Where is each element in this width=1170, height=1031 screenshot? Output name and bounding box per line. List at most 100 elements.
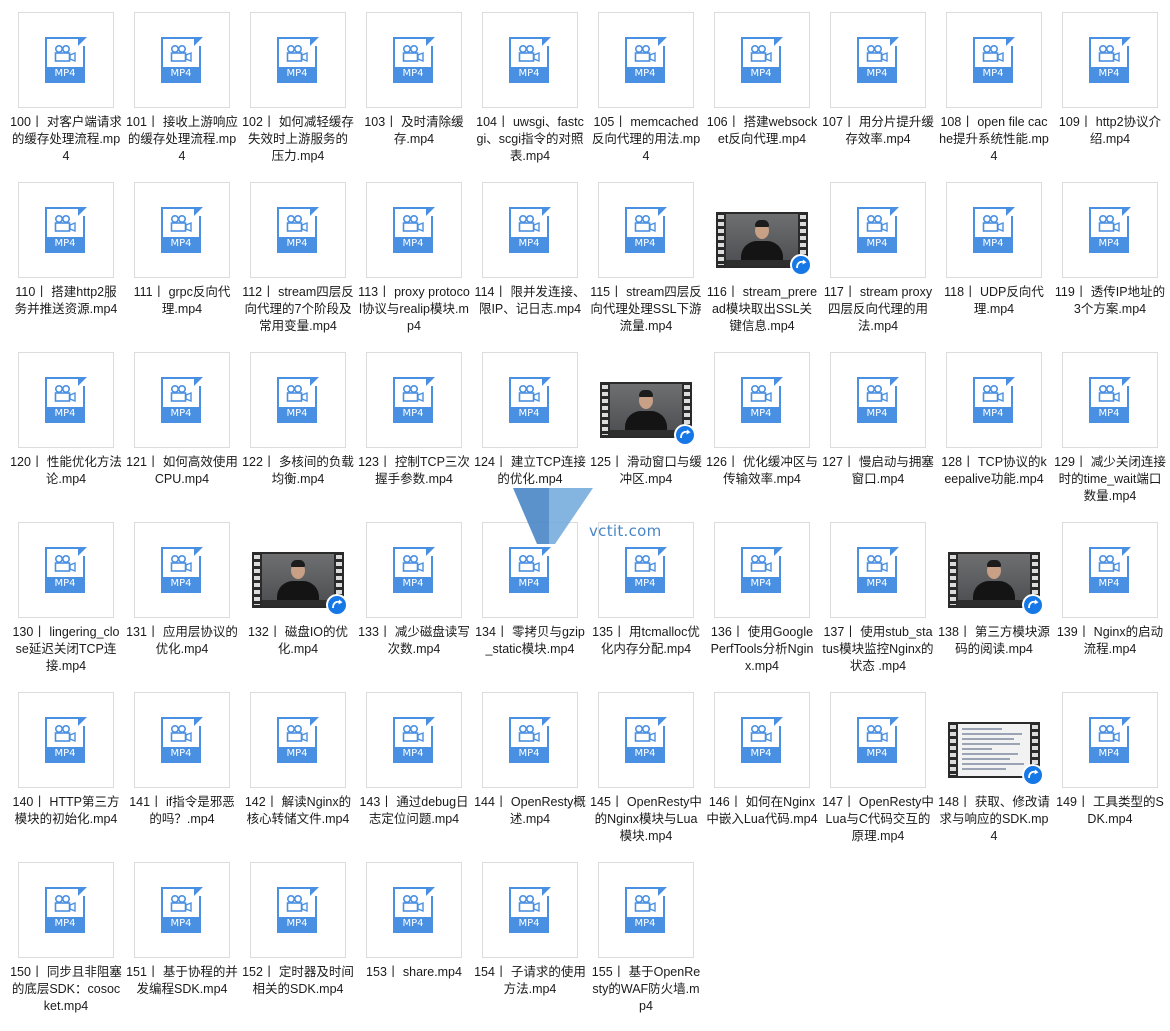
- file-item[interactable]: MP4 129丨 减少关闭连接时的time_wait端口数量.mp4: [1052, 350, 1168, 520]
- camera-icon: [634, 895, 656, 913]
- file-item[interactable]: MP4 147丨 OpenResty中Lua与C代码交互的原理.mp4: [820, 690, 936, 860]
- file-item[interactable]: MP4 102丨 如何减轻缓存失效时上游服务的压力.mp4: [240, 10, 356, 180]
- camera-icon: [866, 725, 888, 743]
- file-item[interactable]: MP4 120丨 性能优化方法论.mp4: [8, 350, 124, 520]
- file-item[interactable]: MP4 146丨 如何在Nginx中嵌入Lua代码.mp4: [704, 690, 820, 860]
- file-item[interactable]: MP4 111丨 grpc反向代理.mp4: [124, 180, 240, 350]
- mp4-file-icon: MP4: [482, 182, 578, 278]
- file-item[interactable]: MP4 103丨 及时清除缓存.mp4: [356, 10, 472, 180]
- mp4-file-icon: MP4: [18, 12, 114, 108]
- file-item[interactable]: MP4 119丨 透传IP地址的3个方案.mp4: [1052, 180, 1168, 350]
- file-item[interactable]: MP4 137丨 使用stub_status模块监控Nginx的状态 .mp4: [820, 520, 936, 690]
- file-item[interactable]: MP4 104丨 uwsgi、fastcgi、scgi指令的对照表.mp4: [472, 10, 588, 180]
- camera-icon: [170, 215, 192, 233]
- mp4-label: MP4: [277, 917, 317, 931]
- file-item[interactable]: 138丨 第三方模块源码的阅读.mp4: [936, 520, 1052, 690]
- mp4-file-icon: MP4: [714, 522, 810, 618]
- file-item[interactable]: MP4 140丨 HTTP第三方模块的初始化.mp4: [8, 690, 124, 860]
- file-item[interactable]: MP4 143丨 通过debug日志定位问题.mp4: [356, 690, 472, 860]
- mp4-label: MP4: [393, 917, 433, 931]
- mp4-file-icon: MP4: [1062, 692, 1158, 788]
- mp4-label: MP4: [509, 67, 549, 81]
- video-thumbnail: [946, 522, 1044, 618]
- file-item[interactable]: MP4 150丨 同步且非阻塞的底层SDK：cosocket.mp4: [8, 860, 124, 1030]
- mp4-label: MP4: [509, 407, 549, 421]
- file-item[interactable]: MP4 128丨 TCP协议的keepalive功能.mp4: [936, 350, 1052, 520]
- camera-icon: [402, 895, 424, 913]
- file-item[interactable]: MP4 139丨 Nginx的启动流程.mp4: [1052, 520, 1168, 690]
- mp4-file-icon: MP4: [1062, 182, 1158, 278]
- file-item[interactable]: MP4 121丨 如何高效使用CPU.mp4: [124, 350, 240, 520]
- file-item[interactable]: MP4 152丨 定时器及时间相关的SDK.mp4: [240, 860, 356, 1030]
- mp4-file-icon: MP4: [366, 522, 462, 618]
- file-item[interactable]: MP4 134丨 零拷贝与gzip_static模块.mp4: [472, 520, 588, 690]
- mp4-file-icon: MP4: [714, 12, 810, 108]
- file-name-label: 121丨 如何高效使用CPU.mp4: [126, 455, 238, 486]
- file-item[interactable]: MP4 109丨 http2协议介绍.mp4: [1052, 10, 1168, 180]
- file-item[interactable]: MP4 100丨 对客户端请求的缓存处理流程.mp4: [8, 10, 124, 180]
- file-name-label: 117丨 stream proxy四层反向代理的用法.mp4: [823, 285, 933, 333]
- mp4-label: MP4: [161, 237, 201, 251]
- player-badge-icon: [326, 594, 348, 616]
- camera-icon: [54, 385, 76, 403]
- mp4-file-icon: MP4: [946, 12, 1042, 108]
- file-item[interactable]: MP4 144丨 OpenResty概述.mp4: [472, 690, 588, 860]
- camera-icon: [170, 725, 192, 743]
- file-name-label: 149丨 工具类型的SDK.mp4: [1056, 795, 1164, 826]
- file-item[interactable]: MP4 108丨 open file cache提升系统性能.mp4: [936, 10, 1052, 180]
- mp4-file-icon: MP4: [18, 182, 114, 278]
- mp4-label: MP4: [45, 917, 85, 931]
- file-name-label: 142丨 解读Nginx的核心转储文件.mp4: [244, 795, 352, 826]
- file-name-label: 144丨 OpenResty概述.mp4: [474, 795, 586, 826]
- file-item[interactable]: MP4 126丨 优化缓冲区与传输效率.mp4: [704, 350, 820, 520]
- camera-icon: [518, 555, 540, 573]
- file-name-label: 110丨 搭建http2服务并推送资源.mp4: [14, 285, 118, 316]
- file-item[interactable]: MP4 151丨 基于协程的并发编程SDK.mp4: [124, 860, 240, 1030]
- file-item[interactable]: MP4 145丨 OpenResty中的Nginx模块与Lua模块.mp4: [588, 690, 704, 860]
- file-item[interactable]: 132丨 磁盘IO的优化.mp4: [240, 520, 356, 690]
- camera-icon: [402, 45, 424, 63]
- file-item[interactable]: MP4 136丨 使用Google PerfTools分析Nginx.mp4: [704, 520, 820, 690]
- file-item[interactable]: MP4 130丨 lingering_close延迟关闭TCP连接.mp4: [8, 520, 124, 690]
- file-name-label: 148丨 获取、修改请求与响应的SDK.mp4: [938, 795, 1050, 843]
- mp4-file-icon: MP4: [946, 182, 1042, 278]
- file-item[interactable]: MP4 154丨 子请求的使用方法.mp4: [472, 860, 588, 1030]
- file-item[interactable]: MP4 123丨 控制TCP三次握手参数.mp4: [356, 350, 472, 520]
- mp4-label: MP4: [973, 67, 1013, 81]
- file-item[interactable]: MP4 141丨 if指令是邪恶的吗？.mp4: [124, 690, 240, 860]
- file-item[interactable]: MP4 101丨 接收上游响应的缓存处理流程.mp4: [124, 10, 240, 180]
- mp4-label: MP4: [45, 577, 85, 591]
- file-item[interactable]: MP4 133丨 减少磁盘读写次数.mp4: [356, 520, 472, 690]
- file-item[interactable]: MP4 110丨 搭建http2服务并推送资源.mp4: [8, 180, 124, 350]
- file-item[interactable]: 116丨 stream_preread模块取出SSL关键信息.mp4: [704, 180, 820, 350]
- mp4-file-icon: MP4: [482, 862, 578, 958]
- file-item[interactable]: MP4 131丨 应用层协议的优化.mp4: [124, 520, 240, 690]
- file-item[interactable]: MP4 106丨 搭建websocket反向代理.mp4: [704, 10, 820, 180]
- file-item[interactable]: MP4 115丨 stream四层反向代理处理SSL下游流量.mp4: [588, 180, 704, 350]
- file-item[interactable]: MP4 153丨 share.mp4: [356, 860, 472, 1030]
- file-item[interactable]: MP4 114丨 限并发连接、限IP、记日志.mp4: [472, 180, 588, 350]
- file-item[interactable]: MP4 118丨 UDP反向代理.mp4: [936, 180, 1052, 350]
- file-item[interactable]: MP4 107丨 用分片提升缓存效率.mp4: [820, 10, 936, 180]
- mp4-label: MP4: [277, 407, 317, 421]
- mp4-label: MP4: [741, 577, 781, 591]
- player-badge-icon: [790, 254, 812, 276]
- file-item[interactable]: MP4 127丨 慢启动与拥塞窗口.mp4: [820, 350, 936, 520]
- mp4-file-icon: MP4: [1062, 522, 1158, 618]
- file-name-label: 112丨 stream四层反向代理的7个阶段及常用变量.mp4: [242, 285, 354, 333]
- file-item[interactable]: MP4 112丨 stream四层反向代理的7个阶段及常用变量.mp4: [240, 180, 356, 350]
- file-item[interactable]: MP4 135丨 用tcmalloc优化内存分配.mp4: [588, 520, 704, 690]
- file-item[interactable]: MP4 122丨 多核间的负载均衡.mp4: [240, 350, 356, 520]
- file-name-label: 123丨 控制TCP三次握手参数.mp4: [358, 455, 470, 486]
- file-item[interactable]: MP4 117丨 stream proxy四层反向代理的用法.mp4: [820, 180, 936, 350]
- mp4-file-icon: MP4: [134, 522, 230, 618]
- mp4-label: MP4: [973, 237, 1013, 251]
- file-item[interactable]: MP4 105丨 memcached反向代理的用法.mp4: [588, 10, 704, 180]
- file-item[interactable]: MP4 142丨 解读Nginx的核心转储文件.mp4: [240, 690, 356, 860]
- mp4-label: MP4: [161, 67, 201, 81]
- file-name-label: 122丨 多核间的负载均衡.mp4: [242, 455, 354, 486]
- file-item[interactable]: MP4 155丨 基于OpenResty的WAF防火墙.mp4: [588, 860, 704, 1030]
- file-item[interactable]: 148丨 获取、修改请求与响应的SDK.mp4: [936, 690, 1052, 860]
- file-item[interactable]: MP4 149丨 工具类型的SDK.mp4: [1052, 690, 1168, 860]
- file-item[interactable]: MP4 113丨 proxy protocol协议与realip模块.mp4: [356, 180, 472, 350]
